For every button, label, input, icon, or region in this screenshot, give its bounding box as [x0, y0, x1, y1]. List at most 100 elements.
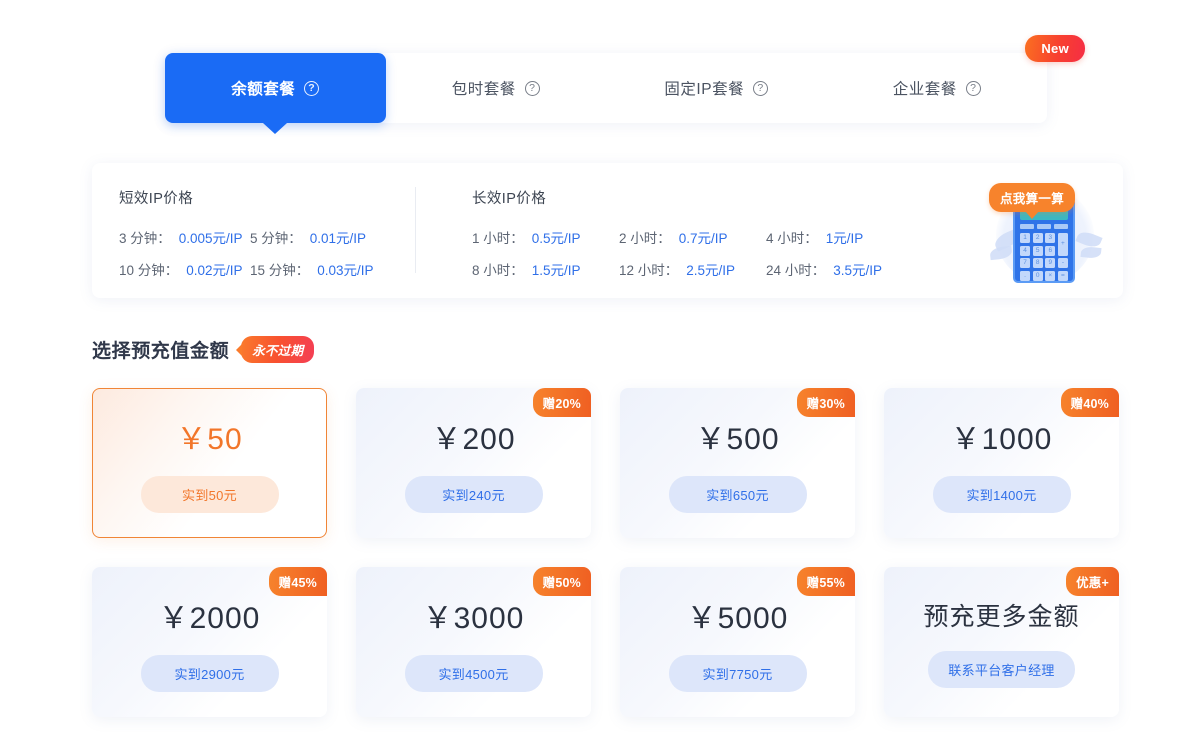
amount-value: ￥2000	[158, 601, 261, 635]
price-value: 3.5元/IP	[833, 263, 883, 278]
tab-label: 企业套餐	[892, 81, 957, 98]
price-value: 0.7元/IP	[678, 231, 728, 246]
calc-key: 1	[1020, 233, 1031, 243]
price-value: 0.02元/IP	[186, 263, 243, 278]
price-item: 5 分钟： 0.01元/IP	[250, 227, 381, 247]
gift-badge: 赠40%	[1060, 388, 1119, 417]
contact-manager-button[interactable]: 联系平台客户经理	[928, 650, 1075, 688]
calc-key: 5	[1032, 245, 1043, 256]
price-item: 24 小时： 3.5元/IP	[766, 259, 913, 279]
active-tab-pointer-icon	[263, 123, 288, 134]
calculator-function-keys	[1020, 224, 1068, 229]
price-duration: 24 小时：	[766, 263, 826, 278]
calc-key: ×	[1045, 270, 1056, 281]
amount-card-grid: ￥50 实到50元 赠20% ￥200 实到240元 赠30% ￥500 实到6…	[92, 388, 1119, 717]
price-item: 8 小时： 1.5元/IP	[472, 259, 619, 279]
price-value: 0.5元/IP	[531, 231, 581, 246]
price-item: 4 小时： 1元/IP	[766, 227, 913, 247]
amount-credit-pill: 实到1400元	[932, 475, 1071, 513]
long-ip-price-group: 长效IP价格 1 小时： 0.5元/IP 2 小时： 0.7元/IP 4 小时：…	[472, 187, 913, 279]
price-item: 2 小时： 0.7元/IP	[619, 227, 766, 247]
amount-card-custom[interactable]: 优惠+ 预充更多金额 联系平台客户经理	[884, 567, 1119, 717]
calc-key: 9	[1045, 258, 1056, 268]
price-duration: 8 小时：	[472, 263, 524, 278]
calc-key: .	[1020, 270, 1031, 281]
price-item: 10 分钟： 0.02元/IP	[119, 259, 250, 279]
amount-credit-pill: 实到650元	[668, 475, 807, 513]
price-item: 12 小时： 2.5元/IP	[619, 259, 766, 279]
price-info-panel: 短效IP价格 3 分钟： 0.005元/IP 5 分钟： 0.01元/IP 10…	[92, 163, 1123, 298]
gift-badge: 赠55%	[796, 567, 855, 596]
price-item: 15 分钟： 0.03元/IP	[250, 259, 381, 279]
price-value: 2.5元/IP	[686, 263, 736, 278]
calc-key: =	[1057, 270, 1068, 281]
tab-label: 余额套餐	[231, 81, 296, 98]
plan-tabs: 余额套餐 ? 包时套餐 ? 固定IP套餐 ? 企业套餐 ? New	[165, 35, 1085, 134]
price-calculator-widget[interactable]: 1 2 3 + 4 5 6 7 8 9 - . 0 × = 点我算一算	[980, 171, 1110, 291]
price-item: 3 分钟： 0.005元/IP	[119, 227, 250, 247]
price-value: 0.03元/IP	[317, 263, 374, 278]
price-item: 1 小时： 0.5元/IP	[472, 227, 619, 247]
price-duration: 5 分钟：	[250, 231, 302, 246]
calc-key: -	[1057, 258, 1068, 268]
price-row: 3 分钟： 0.005元/IP 5 分钟： 0.01元/IP	[119, 227, 381, 247]
tab-hourly-plan[interactable]: 包时套餐 ?	[386, 53, 607, 123]
question-mark-icon[interactable]: ?	[524, 80, 540, 96]
panel-divider	[415, 187, 416, 273]
price-value: 0.005元/IP	[178, 231, 243, 246]
tab-static-ip-plan[interactable]: 固定IP套餐 ?	[606, 53, 827, 123]
price-duration: 1 小时：	[472, 231, 524, 246]
amount-card-5000[interactable]: 赠55% ￥5000 实到7750元	[620, 567, 855, 717]
amount-value: 预充更多金额	[923, 602, 1080, 631]
price-duration: 2 小时：	[619, 231, 671, 246]
calculator-tooltip[interactable]: 点我算一算	[989, 183, 1076, 212]
calc-key: 3	[1045, 233, 1056, 243]
recharge-page: 余额套餐 ? 包时套餐 ? 固定IP套餐 ? 企业套餐 ? New 短效IP价格…	[0, 0, 1195, 741]
short-ip-price-title: 短效IP价格	[119, 191, 194, 207]
gift-badge: 赠30%	[796, 388, 855, 417]
price-value: 0.01元/IP	[309, 231, 367, 246]
question-mark-icon[interactable]: ?	[753, 80, 769, 96]
amount-card-2000[interactable]: 赠45% ￥2000 实到2900元	[92, 567, 327, 717]
calc-key: 7	[1020, 258, 1031, 268]
page-title: 选择预充值金额	[92, 341, 230, 362]
amount-credit-pill: 实到4500元	[404, 654, 543, 692]
tab-enterprise-plan[interactable]: 企业套餐 ? New	[827, 35, 1085, 123]
tab-balance-plan[interactable]: 余额套餐 ?	[165, 53, 386, 134]
calc-key: 6	[1045, 245, 1056, 256]
amount-credit-pill: 实到2900元	[140, 654, 279, 692]
long-ip-price-title: 长效IP价格	[472, 191, 547, 207]
question-mark-icon[interactable]: ?	[965, 80, 981, 96]
amount-card-200[interactable]: 赠20% ￥200 实到240元	[356, 388, 591, 538]
amount-card-50[interactable]: ￥50 实到50元	[92, 388, 327, 538]
price-duration: 4 小时：	[766, 231, 818, 246]
gift-badge: 赠45%	[268, 567, 327, 596]
amount-value: ￥3000	[422, 601, 525, 635]
price-duration: 3 分钟：	[119, 231, 171, 246]
amount-card-500[interactable]: 赠30% ￥500 实到650元	[620, 388, 855, 538]
never-expire-badge: 永不过期	[241, 336, 315, 363]
calc-key: +	[1057, 233, 1068, 256]
question-mark-icon[interactable]: ?	[304, 80, 320, 96]
price-value: 1元/IP	[825, 231, 864, 246]
amount-card-1000[interactable]: 赠40% ￥1000 实到1400元	[884, 388, 1119, 538]
calc-key: 4	[1020, 245, 1031, 256]
tab-label: 包时套餐	[451, 81, 516, 98]
leaf-icon	[1080, 245, 1102, 260]
price-duration: 12 小时：	[619, 263, 679, 278]
amount-credit-pill: 实到240元	[404, 475, 543, 513]
calc-key: 8	[1032, 258, 1043, 268]
amount-credit-pill: 实到7750元	[668, 654, 807, 692]
amount-credit-pill: 实到50元	[140, 475, 279, 513]
discount-badge: 优惠+	[1066, 567, 1119, 596]
price-duration: 10 分钟：	[119, 263, 179, 278]
amount-value: ￥50	[176, 422, 243, 456]
calc-key: 0	[1032, 270, 1043, 281]
amount-card-3000[interactable]: 赠50% ￥3000 实到4500元	[356, 567, 591, 717]
short-ip-price-group: 短效IP价格 3 分钟： 0.005元/IP 5 分钟： 0.01元/IP 10…	[119, 187, 381, 279]
price-row: 8 小时： 1.5元/IP 12 小时： 2.5元/IP 24 小时： 3.5元…	[472, 259, 913, 279]
price-row: 1 小时： 0.5元/IP 2 小时： 0.7元/IP 4 小时： 1元/IP	[472, 227, 913, 247]
tab-label: 固定IP套餐	[664, 81, 745, 98]
amount-value: ￥500	[695, 422, 780, 456]
amount-value: ￥1000	[950, 422, 1053, 456]
